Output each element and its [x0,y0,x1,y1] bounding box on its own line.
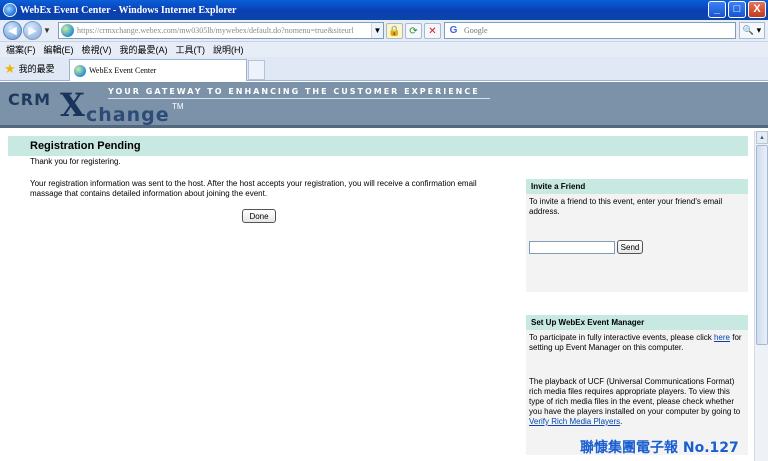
invite-heading: Invite a Friend [526,179,748,194]
address-url[interactable]: https://crmxchange.webex.com/mw0305lb/my… [77,26,371,35]
rich-media-text: The playback of UCF (Universal Communica… [526,377,748,427]
search-button[interactable]: 🔍 ▾ [739,22,765,39]
maximize-button[interactable]: □ [728,1,746,18]
send-button[interactable]: Send [617,240,643,254]
logo-change: change [86,104,170,126]
close-button[interactable]: X [748,1,766,18]
friend-email-input[interactable] [529,241,615,254]
tab-globe-icon [74,64,86,77]
banner-tagline: YOUR GATEWAY TO ENHANCING THE CUSTOMER E… [108,87,480,96]
logo-crm: CRM [8,90,51,109]
navigation-bar: ◀ ▶ ▼ https://crmxchange.webex.com/mw030… [0,20,768,42]
window-title: WebEx Event Center - Windows Internet Ex… [20,4,237,16]
window-titlebar: WebEx Event Center - Windows Internet Ex… [0,0,768,20]
logo-trademark: TM [172,102,184,111]
menu-edit[interactable]: 編輯(E) [44,43,74,56]
window-controls: _ □ X [708,1,766,18]
stop-button[interactable]: ✕ [424,23,441,39]
refresh-button[interactable]: ⟳ [405,23,422,39]
tagline-divider [108,98,490,99]
favorites-button[interactable]: ★ 我的最愛 [4,62,55,75]
invite-friend-panel: Invite a Friend To invite a friend to th… [526,179,748,292]
thanks-message: Thank you for registering. [30,157,121,166]
page-globe-icon [61,24,74,37]
page-content: Registration Pending Thank you for regis… [0,131,754,461]
menu-file[interactable]: 檔案(F) [6,43,36,56]
ie-logo-icon [3,3,17,17]
search-box[interactable]: G [444,22,736,39]
scroll-up-button[interactable]: ▲ [756,131,768,144]
rich-media-text-after: . [620,417,623,426]
invite-text: To invite a friend to this event, enter … [529,197,723,216]
event-manager-text-before: To participate in fully interactive even… [529,333,714,342]
tab-webex-event-center[interactable]: WebEx Event Center [69,59,247,81]
menu-bar: 檔案(F) 編輯(E) 檢視(V) 我的最愛(A) 工具(T) 說明(H) [0,42,768,57]
site-banner: CRM X change TM YOUR GATEWAY TO ENHANCIN… [0,82,768,128]
event-manager-text: To participate in fully interactive even… [526,330,748,353]
logo-x: X [60,86,85,124]
lock-icon[interactable]: 🔒 [386,23,403,39]
vertical-scrollbar[interactable]: ▲ [754,131,768,461]
registration-info: Your registration information was sent t… [30,179,477,198]
address-bar[interactable]: https://crmxchange.webex.com/mw0305lb/my… [58,22,384,39]
newsletter-watermark: 聯慷集團電子報 No.127 [580,440,739,456]
verify-players-link[interactable]: Verify Rich Media Players [529,417,620,426]
page-title: Registration Pending [8,136,748,156]
favorites-label: 我的最愛 [18,64,55,74]
star-icon: ★ [4,61,16,76]
back-button[interactable]: ◀ [3,21,22,40]
done-button[interactable]: Done [242,209,276,223]
menu-tools[interactable]: 工具(T) [176,43,206,56]
menu-view[interactable]: 檢視(V) [82,43,112,56]
event-manager-heading: Set Up WebEx Event Manager [526,315,748,330]
new-tab-button[interactable] [248,60,265,80]
rich-media-text-before: The playback of UCF (Universal Communica… [529,377,741,416]
scroll-thumb[interactable] [756,145,768,345]
event-manager-panel: Set Up WebEx Event Manager To participat… [526,315,748,455]
forward-button[interactable]: ▶ [23,21,42,40]
menu-help[interactable]: 說明(H) [213,43,244,56]
tab-title: WebEx Event Center [89,66,157,75]
address-dropdown-button[interactable]: ▼ [371,23,383,38]
tabs-bar: ★ 我的最愛 WebEx Event Center [0,57,768,81]
search-input[interactable] [464,26,735,35]
menu-favorites[interactable]: 我的最愛(A) [120,43,168,56]
google-icon: G [449,25,458,36]
recent-pages-dropdown[interactable]: ▼ [43,26,51,35]
minimize-button[interactable]: _ [708,1,726,18]
here-link[interactable]: here [714,333,730,342]
